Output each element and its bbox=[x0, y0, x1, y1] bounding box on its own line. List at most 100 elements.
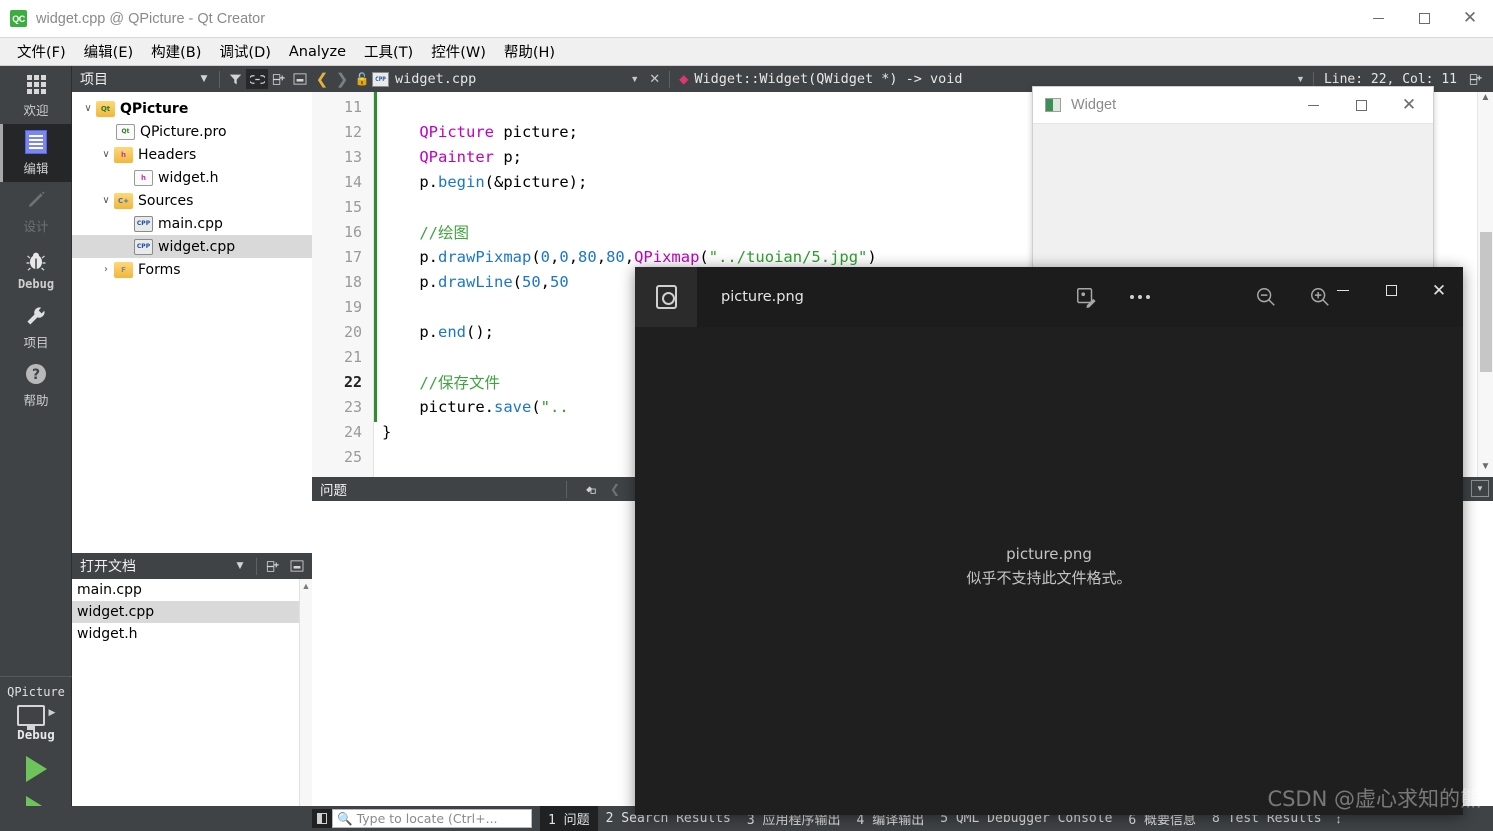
close-button[interactable]: ✕ bbox=[1447, 0, 1493, 37]
menu-analyze[interactable]: Analyze bbox=[280, 41, 355, 63]
symbol-dropdown-icon[interactable]: ▼ bbox=[1296, 74, 1305, 84]
locator-toggle-icon[interactable] bbox=[312, 809, 332, 828]
search-placeholder: Type to locate (Ctrl+... bbox=[356, 811, 498, 826]
clear-icon[interactable] bbox=[579, 480, 601, 499]
list-item-label: widget.cpp bbox=[77, 604, 155, 620]
widget-maximize-button[interactable] bbox=[1337, 87, 1385, 123]
list-item-label: main.cpp bbox=[77, 582, 142, 598]
mode-edit[interactable]: 编辑 bbox=[0, 124, 72, 182]
headers-folder-icon: h bbox=[114, 146, 133, 163]
tree-item-qpicture-pro[interactable]: Qt QPicture.pro bbox=[72, 120, 312, 143]
file-dropdown-icon[interactable]: ▼ bbox=[630, 74, 639, 84]
mode-projects[interactable]: 项目 bbox=[0, 298, 72, 356]
prev-issue-icon[interactable]: ❮ bbox=[604, 480, 626, 499]
chevron-right-icon[interactable]: › bbox=[98, 264, 114, 275]
open-document-widget-h[interactable]: widget.h bbox=[72, 623, 312, 645]
line-number: 23 bbox=[343, 397, 362, 416]
chevron-down-icon[interactable]: ∨ bbox=[80, 103, 96, 114]
tree-item-qpicture[interactable]: ∨ Qt QPicture bbox=[72, 97, 312, 120]
tree-item-widget-cpp[interactable]: CPP widget.cpp bbox=[72, 235, 312, 258]
minimize-icon bbox=[1307, 104, 1319, 106]
open-documents-scrollbar[interactable]: ▲ bbox=[299, 579, 312, 806]
output-pane-issues[interactable]: 1 问题 bbox=[540, 806, 598, 831]
zoom-out-icon[interactable] bbox=[1252, 283, 1280, 311]
menu-debug[interactable]: 调试(D) bbox=[210, 38, 279, 65]
line-col-indicator[interactable]: Line: 22, Col: 11 bbox=[1312, 71, 1457, 87]
menu-edit[interactable]: 编辑(E) bbox=[75, 38, 142, 65]
link-icon[interactable] bbox=[246, 69, 268, 89]
go-forward-icon[interactable]: ❯ bbox=[332, 70, 352, 88]
mode-design[interactable]: 设计 bbox=[0, 182, 72, 240]
close-panel-icon[interactable] bbox=[286, 556, 308, 576]
wrench-icon bbox=[24, 303, 48, 329]
go-back-icon[interactable]: ❮ bbox=[312, 70, 332, 88]
close-panel-icon[interactable] bbox=[290, 69, 312, 89]
minimize-button[interactable] bbox=[1355, 0, 1401, 37]
widget-window-title: Widget bbox=[1071, 97, 1117, 113]
mode-welcome[interactable]: 欢迎 bbox=[0, 66, 72, 124]
tree-item-headers[interactable]: ∨ h Headers bbox=[72, 143, 312, 166]
photos-close-button[interactable]: ✕ bbox=[1415, 267, 1463, 313]
split-icon[interactable] bbox=[262, 556, 284, 576]
header-file-icon: h bbox=[134, 169, 153, 186]
tree-item-main-cpp[interactable]: CPP main.cpp bbox=[72, 212, 312, 235]
panel-dropdown-icon[interactable]: ▼ bbox=[193, 69, 215, 89]
scrollbar-thumb[interactable] bbox=[1480, 232, 1492, 372]
code-text: QPicture picture; bbox=[419, 122, 578, 141]
svg-text:?: ? bbox=[32, 367, 40, 383]
panel-dropdown-icon[interactable]: ▼ bbox=[229, 556, 251, 576]
maximize-pane-icon[interactable]: ▼ bbox=[1471, 480, 1489, 497]
locator[interactable]: 🔍 Type to locate (Ctrl+... bbox=[312, 809, 532, 828]
more-icon[interactable] bbox=[1126, 283, 1154, 311]
split-editor-icon[interactable] bbox=[1465, 69, 1487, 89]
split-icon[interactable] bbox=[268, 69, 290, 89]
tree-item-widget-h[interactable]: h widget.h bbox=[72, 166, 312, 189]
chevron-down-icon[interactable]: ∨ bbox=[98, 195, 114, 206]
widget-minimize-button[interactable] bbox=[1289, 87, 1337, 123]
menu-help[interactable]: 帮助(H) bbox=[495, 38, 564, 65]
menu-file[interactable]: 文件(F) bbox=[8, 38, 75, 65]
menubar: 文件(F) 编辑(E) 构建(B) 调试(D) Analyze 工具(T) 控件… bbox=[0, 38, 1493, 66]
maximize-button[interactable] bbox=[1401, 0, 1447, 37]
menu-tools[interactable]: 工具(T) bbox=[355, 38, 422, 65]
search-input[interactable]: 🔍 Type to locate (Ctrl+... bbox=[332, 809, 532, 828]
code-text: p.begin(&picture); bbox=[382, 172, 588, 191]
run-button[interactable] bbox=[25, 756, 47, 782]
tree-item-forms[interactable]: › F Forms bbox=[72, 258, 312, 281]
grid-icon bbox=[26, 71, 46, 97]
current-symbol[interactable]: Widget::Widget(QWidget *) -> void bbox=[694, 71, 962, 87]
qt-creator-logo-icon: QC bbox=[10, 10, 27, 27]
sources-folder-icon: C+ bbox=[114, 192, 133, 209]
photos-minimize-button[interactable] bbox=[1319, 267, 1367, 313]
photos-viewer-window[interactable]: picture.png ✕ picture.png 似乎不支持此文件格式。 bbox=[635, 267, 1463, 815]
edit-image-icon[interactable] bbox=[1072, 283, 1100, 311]
menu-widgets[interactable]: 控件(W) bbox=[422, 38, 495, 65]
scroll-down-icon[interactable]: ▼ bbox=[1478, 461, 1493, 477]
tree-label: Forms bbox=[138, 261, 181, 278]
mode-debug[interactable]: Debug bbox=[0, 240, 72, 298]
filter-icon[interactable] bbox=[224, 69, 246, 89]
mode-help[interactable]: ? 帮助 bbox=[0, 356, 72, 414]
cpp-file-icon: CPP bbox=[134, 215, 153, 232]
editor-vertical-scrollbar[interactable]: ▲ ▼ bbox=[1477, 92, 1493, 477]
editor-file-tab[interactable]: CPP widget.cpp bbox=[372, 71, 476, 87]
play-icon bbox=[25, 756, 47, 782]
scroll-up-icon[interactable]: ▲ bbox=[1478, 92, 1493, 108]
question-circle-icon: ? bbox=[24, 361, 48, 387]
line-number: 22 bbox=[343, 372, 362, 391]
tree-item-sources[interactable]: ∨ C+ Sources bbox=[72, 189, 312, 212]
widget-close-button[interactable]: ✕ bbox=[1385, 87, 1433, 123]
close-document-icon[interactable]: ✕ bbox=[649, 71, 660, 87]
photos-maximize-button[interactable] bbox=[1367, 267, 1415, 313]
menu-build[interactable]: 构建(B) bbox=[142, 38, 210, 65]
kit-build-config: Debug bbox=[17, 727, 55, 742]
photos-app-icon bbox=[635, 267, 697, 327]
chevron-down-icon[interactable]: ∨ bbox=[98, 149, 114, 160]
open-document-main-cpp[interactable]: main.cpp bbox=[72, 579, 312, 601]
maximize-icon bbox=[1355, 99, 1367, 111]
scroll-up-icon[interactable]: ▲ bbox=[300, 579, 312, 591]
tree-label: QPicture bbox=[120, 100, 189, 117]
open-document-widget-cpp[interactable]: widget.cpp bbox=[72, 601, 312, 623]
kit-target-row[interactable]: ▶ bbox=[16, 699, 55, 730]
lock-icon[interactable]: 🔓 bbox=[352, 72, 372, 86]
